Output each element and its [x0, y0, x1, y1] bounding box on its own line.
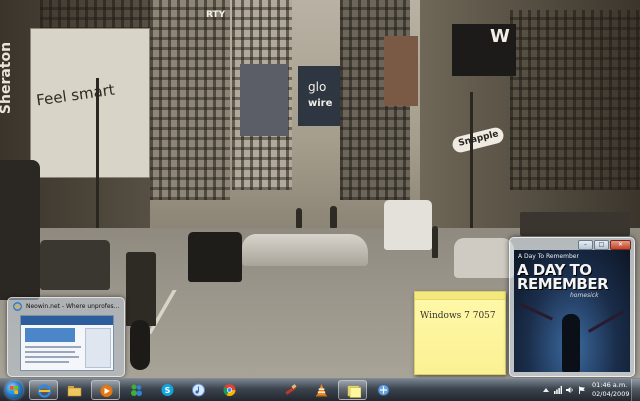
taskbar-other-app[interactable] [369, 380, 398, 400]
taskbar-media-player[interactable] [91, 380, 120, 400]
album-caption: A Day To Remember [518, 253, 579, 260]
taskbar-vlc[interactable] [307, 380, 336, 400]
chrome-icon [223, 384, 236, 397]
van-white [384, 200, 432, 250]
album-figure [562, 314, 580, 372]
arty-sign: RTY [206, 10, 226, 20]
taskbar: S 01:46 a.m. 02/04/2009 [0, 378, 640, 401]
preview-page-banner [25, 328, 75, 342]
building-center-1 [150, 0, 230, 200]
svg-text:S: S [165, 386, 171, 395]
skype-icon: S [161, 384, 174, 396]
internet-explorer-icon [37, 384, 52, 398]
preview-page-header [21, 316, 113, 325]
w-hotel-sign: W [490, 26, 510, 47]
billboard-glo [298, 66, 340, 126]
billboard-dark [384, 36, 418, 106]
vlc-cone-icon [316, 384, 327, 397]
pedestrian [296, 208, 302, 228]
network-icon[interactable] [554, 386, 562, 394]
car-right [454, 238, 514, 278]
cyclist [126, 252, 156, 326]
windows-logo-icon [10, 386, 18, 394]
billboard-center [240, 64, 288, 136]
folder-icon [67, 386, 82, 397]
start-button[interactable] [2, 379, 26, 401]
album-branches [587, 310, 625, 333]
sheraton-sign: Sheraton [0, 41, 15, 115]
taskbar-windows-live-messenger[interactable] [122, 380, 151, 400]
preview-text-line [25, 361, 69, 363]
sticky-note-header[interactable] [415, 292, 505, 300]
maximize-button[interactable]: □ [594, 240, 609, 250]
media-player-icon [100, 385, 113, 397]
taskbar-google-chrome[interactable] [215, 380, 244, 400]
itunes-icon [192, 383, 205, 397]
glo-sign: glo [308, 80, 327, 94]
pedestrian [330, 206, 337, 228]
suv-black [188, 232, 242, 282]
close-button[interactable]: ✕ [610, 240, 631, 250]
action-center-flag-icon[interactable] [578, 386, 586, 394]
album-subtitle: homesick [570, 292, 599, 299]
preview-page-thumbnail[interactable] [20, 315, 114, 371]
window-controls: – □ ✕ [578, 240, 631, 250]
album-branches [519, 302, 553, 321]
taskbar-windows-explorer[interactable] [60, 380, 89, 400]
wire-sign: wire [308, 98, 333, 109]
show-hidden-icons-icon[interactable] [542, 386, 550, 394]
volume-icon[interactable] [566, 386, 574, 394]
sticky-note[interactable]: Windows 7 7057 [414, 291, 506, 375]
pedestrian-group [520, 212, 630, 236]
preview-text-line [25, 346, 81, 348]
sticky-notes-icon [347, 385, 361, 398]
album-art[interactable]: A Day To Remember A Day To Remember home… [514, 250, 630, 372]
album-title: A Day To Remember [517, 261, 609, 293]
preview-title: Neowin.net - Where unprofessi... [26, 303, 120, 310]
taskbar-internet-explorer[interactable] [29, 380, 58, 400]
taskbar-itunes[interactable] [184, 380, 213, 400]
taskbar-sticky-notes[interactable] [338, 380, 367, 400]
media-player-window[interactable]: – □ ✕ A Day To Remember A Day To Remembe… [509, 237, 635, 377]
paint-brush-icon [285, 384, 297, 395]
show-desktop-button[interactable] [631, 379, 640, 401]
building-right-windows [510, 10, 640, 190]
minimize-button[interactable]: – [578, 240, 593, 250]
taskbar-thumbnail-preview[interactable]: Neowin.net - Where unprofessi... [7, 297, 125, 377]
sedan-silver [242, 234, 368, 266]
taskbar-paint[interactable] [276, 380, 305, 400]
car-left-parked [40, 240, 110, 290]
preview-text-line [25, 356, 79, 358]
app-icon [377, 384, 390, 396]
system-tray: 01:46 a.m. 02/04/2009 [536, 379, 640, 401]
clock-date[interactable]: 02/04/2009 [592, 390, 629, 398]
preview-page-sidebar [85, 328, 111, 368]
preview-text-line [25, 351, 75, 353]
street-lamp-right [470, 92, 473, 242]
pedestrian [432, 226, 438, 258]
sticky-note-text[interactable]: Windows 7 7057 [420, 311, 496, 321]
clock-time[interactable]: 01:46 a.m. [592, 381, 627, 389]
internet-explorer-icon [13, 302, 22, 311]
messenger-icon [131, 384, 142, 396]
taskbar-skype[interactable]: S [153, 380, 182, 400]
bicycle [130, 320, 150, 370]
car-left-foreground [0, 160, 40, 300]
